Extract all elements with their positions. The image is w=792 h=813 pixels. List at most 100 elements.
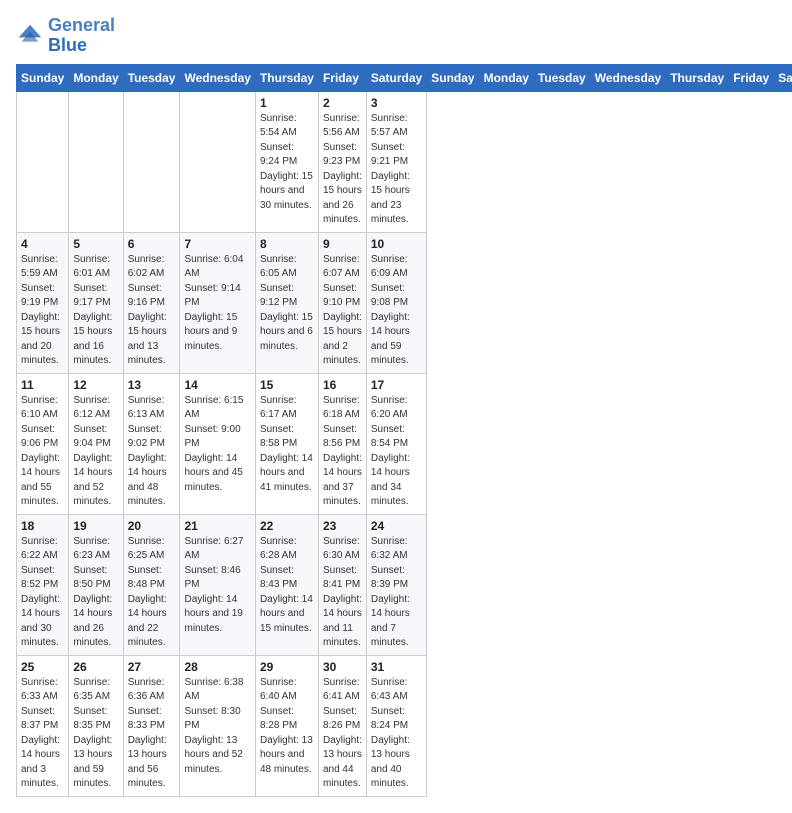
- calendar-cell: 12 Sunrise: 6:12 AMSunset: 9:04 PMDaylig…: [69, 373, 123, 514]
- day-number: 22: [260, 519, 314, 533]
- day-info: Sunrise: 6:13 AMSunset: 9:02 PMDaylight:…: [128, 394, 176, 510]
- header-monday: Monday: [69, 64, 123, 91]
- calendar-cell: 23 Sunrise: 6:30 AMSunset: 8:41 PMDaylig…: [318, 514, 366, 655]
- header-day-monday: Monday: [479, 64, 533, 91]
- header-day-thursday: Thursday: [666, 64, 729, 91]
- calendar-cell: [123, 91, 180, 232]
- day-info: Sunrise: 6:02 AMSunset: 9:16 PMDaylight:…: [128, 253, 176, 369]
- day-number: 8: [260, 237, 314, 251]
- day-number: 10: [371, 237, 422, 251]
- calendar-cell: 6 Sunrise: 6:02 AMSunset: 9:16 PMDayligh…: [123, 232, 180, 373]
- calendar-cell: 26 Sunrise: 6:35 AMSunset: 8:35 PMDaylig…: [69, 655, 123, 796]
- header-saturday: Saturday: [366, 64, 426, 91]
- day-info: Sunrise: 6:15 AMSunset: 9:00 PMDaylight:…: [184, 394, 250, 496]
- header-thursday: Thursday: [255, 64, 318, 91]
- calendar-cell: [69, 91, 123, 232]
- calendar-cell: 24 Sunrise: 6:32 AMSunset: 8:39 PMDaylig…: [366, 514, 426, 655]
- day-number: 14: [184, 378, 250, 392]
- calendar-cell: 30 Sunrise: 6:41 AMSunset: 8:26 PMDaylig…: [318, 655, 366, 796]
- header-friday: Friday: [318, 64, 366, 91]
- day-info: Sunrise: 6:27 AMSunset: 8:46 PMDaylight:…: [184, 535, 250, 637]
- calendar-cell: 11 Sunrise: 6:10 AMSunset: 9:06 PMDaylig…: [17, 373, 69, 514]
- calendar-cell: 5 Sunrise: 6:01 AMSunset: 9:17 PMDayligh…: [69, 232, 123, 373]
- calendar-cell: 19 Sunrise: 6:23 AMSunset: 8:50 PMDaylig…: [69, 514, 123, 655]
- calendar-cell: 15 Sunrise: 6:17 AMSunset: 8:58 PMDaylig…: [255, 373, 318, 514]
- day-number: 21: [184, 519, 250, 533]
- day-number: 25: [21, 660, 64, 674]
- day-number: 15: [260, 378, 314, 392]
- logo-text: General Blue: [48, 16, 115, 56]
- calendar-cell: 14 Sunrise: 6:15 AMSunset: 9:00 PMDaylig…: [180, 373, 255, 514]
- calendar-cell: 22 Sunrise: 6:28 AMSunset: 8:43 PMDaylig…: [255, 514, 318, 655]
- day-number: 9: [323, 237, 362, 251]
- calendar-cell: 31 Sunrise: 6:43 AMSunset: 8:24 PMDaylig…: [366, 655, 426, 796]
- day-info: Sunrise: 5:56 AMSunset: 9:23 PMDaylight:…: [323, 112, 362, 228]
- day-number: 12: [73, 378, 118, 392]
- header-day-tuesday: Tuesday: [533, 64, 590, 91]
- day-number: 29: [260, 660, 314, 674]
- day-info: Sunrise: 6:23 AMSunset: 8:50 PMDaylight:…: [73, 535, 118, 651]
- calendar-cell: 3 Sunrise: 5:57 AMSunset: 9:21 PMDayligh…: [366, 91, 426, 232]
- calendar-cell: 2 Sunrise: 5:56 AMSunset: 9:23 PMDayligh…: [318, 91, 366, 232]
- day-number: 7: [184, 237, 250, 251]
- day-number: 11: [21, 378, 64, 392]
- header-wednesday: Wednesday: [180, 64, 255, 91]
- day-number: 28: [184, 660, 250, 674]
- day-number: 18: [21, 519, 64, 533]
- day-info: Sunrise: 6:28 AMSunset: 8:43 PMDaylight:…: [260, 535, 314, 637]
- day-info: Sunrise: 6:04 AMSunset: 9:14 PMDaylight:…: [184, 253, 250, 355]
- calendar-cell: 21 Sunrise: 6:27 AMSunset: 8:46 PMDaylig…: [180, 514, 255, 655]
- calendar-cell: 18 Sunrise: 6:22 AMSunset: 8:52 PMDaylig…: [17, 514, 69, 655]
- day-number: 24: [371, 519, 422, 533]
- calendar-cell: 1 Sunrise: 5:54 AMSunset: 9:24 PMDayligh…: [255, 91, 318, 232]
- day-number: 31: [371, 660, 422, 674]
- day-number: 23: [323, 519, 362, 533]
- header-tuesday: Tuesday: [123, 64, 180, 91]
- logo: General Blue: [16, 16, 115, 56]
- day-info: Sunrise: 6:33 AMSunset: 8:37 PMDaylight:…: [21, 676, 64, 792]
- week-row-4: 18 Sunrise: 6:22 AMSunset: 8:52 PMDaylig…: [17, 514, 792, 655]
- page-header: General Blue: [16, 16, 776, 56]
- calendar-cell: 13 Sunrise: 6:13 AMSunset: 9:02 PMDaylig…: [123, 373, 180, 514]
- day-info: Sunrise: 6:01 AMSunset: 9:17 PMDaylight:…: [73, 253, 118, 369]
- calendar-cell: 16 Sunrise: 6:18 AMSunset: 8:56 PMDaylig…: [318, 373, 366, 514]
- day-info: Sunrise: 6:20 AMSunset: 8:54 PMDaylight:…: [371, 394, 422, 510]
- calendar-cell: [180, 91, 255, 232]
- calendar-cell: 20 Sunrise: 6:25 AMSunset: 8:48 PMDaylig…: [123, 514, 180, 655]
- day-info: Sunrise: 6:22 AMSunset: 8:52 PMDaylight:…: [21, 535, 64, 651]
- day-info: Sunrise: 5:57 AMSunset: 9:21 PMDaylight:…: [371, 112, 422, 228]
- day-number: 26: [73, 660, 118, 674]
- day-info: Sunrise: 6:40 AMSunset: 8:28 PMDaylight:…: [260, 676, 314, 778]
- header-day-saturday: Saturday: [774, 64, 792, 91]
- calendar-cell: [17, 91, 69, 232]
- day-info: Sunrise: 6:30 AMSunset: 8:41 PMDaylight:…: [323, 535, 362, 651]
- day-info: Sunrise: 6:43 AMSunset: 8:24 PMDaylight:…: [371, 676, 422, 792]
- calendar-cell: 27 Sunrise: 6:36 AMSunset: 8:33 PMDaylig…: [123, 655, 180, 796]
- calendar-cell: 28 Sunrise: 6:38 AMSunset: 8:30 PMDaylig…: [180, 655, 255, 796]
- calendar-cell: 7 Sunrise: 6:04 AMSunset: 9:14 PMDayligh…: [180, 232, 255, 373]
- week-row-3: 11 Sunrise: 6:10 AMSunset: 9:06 PMDaylig…: [17, 373, 792, 514]
- day-number: 30: [323, 660, 362, 674]
- day-info: Sunrise: 6:09 AMSunset: 9:08 PMDaylight:…: [371, 253, 422, 369]
- calendar-cell: 9 Sunrise: 6:07 AMSunset: 9:10 PMDayligh…: [318, 232, 366, 373]
- day-info: Sunrise: 6:41 AMSunset: 8:26 PMDaylight:…: [323, 676, 362, 792]
- calendar-cell: 10 Sunrise: 6:09 AMSunset: 9:08 PMDaylig…: [366, 232, 426, 373]
- day-info: Sunrise: 6:36 AMSunset: 8:33 PMDaylight:…: [128, 676, 176, 792]
- header-sunday: Sunday: [17, 64, 69, 91]
- calendar-table: SundayMondayTuesdayWednesdayThursdayFrid…: [16, 64, 792, 797]
- day-info: Sunrise: 6:07 AMSunset: 9:10 PMDaylight:…: [323, 253, 362, 369]
- calendar-cell: 29 Sunrise: 6:40 AMSunset: 8:28 PMDaylig…: [255, 655, 318, 796]
- day-info: Sunrise: 6:25 AMSunset: 8:48 PMDaylight:…: [128, 535, 176, 651]
- day-number: 6: [128, 237, 176, 251]
- calendar-cell: 25 Sunrise: 6:33 AMSunset: 8:37 PMDaylig…: [17, 655, 69, 796]
- day-number: 17: [371, 378, 422, 392]
- day-info: Sunrise: 6:32 AMSunset: 8:39 PMDaylight:…: [371, 535, 422, 651]
- week-row-2: 4 Sunrise: 5:59 AMSunset: 9:19 PMDayligh…: [17, 232, 792, 373]
- day-number: 16: [323, 378, 362, 392]
- day-info: Sunrise: 6:35 AMSunset: 8:35 PMDaylight:…: [73, 676, 118, 792]
- week-row-5: 25 Sunrise: 6:33 AMSunset: 8:37 PMDaylig…: [17, 655, 792, 796]
- day-info: Sunrise: 6:18 AMSunset: 8:56 PMDaylight:…: [323, 394, 362, 510]
- header-day-wednesday: Wednesday: [590, 64, 665, 91]
- day-number: 3: [371, 96, 422, 110]
- header-day-sunday: Sunday: [427, 64, 479, 91]
